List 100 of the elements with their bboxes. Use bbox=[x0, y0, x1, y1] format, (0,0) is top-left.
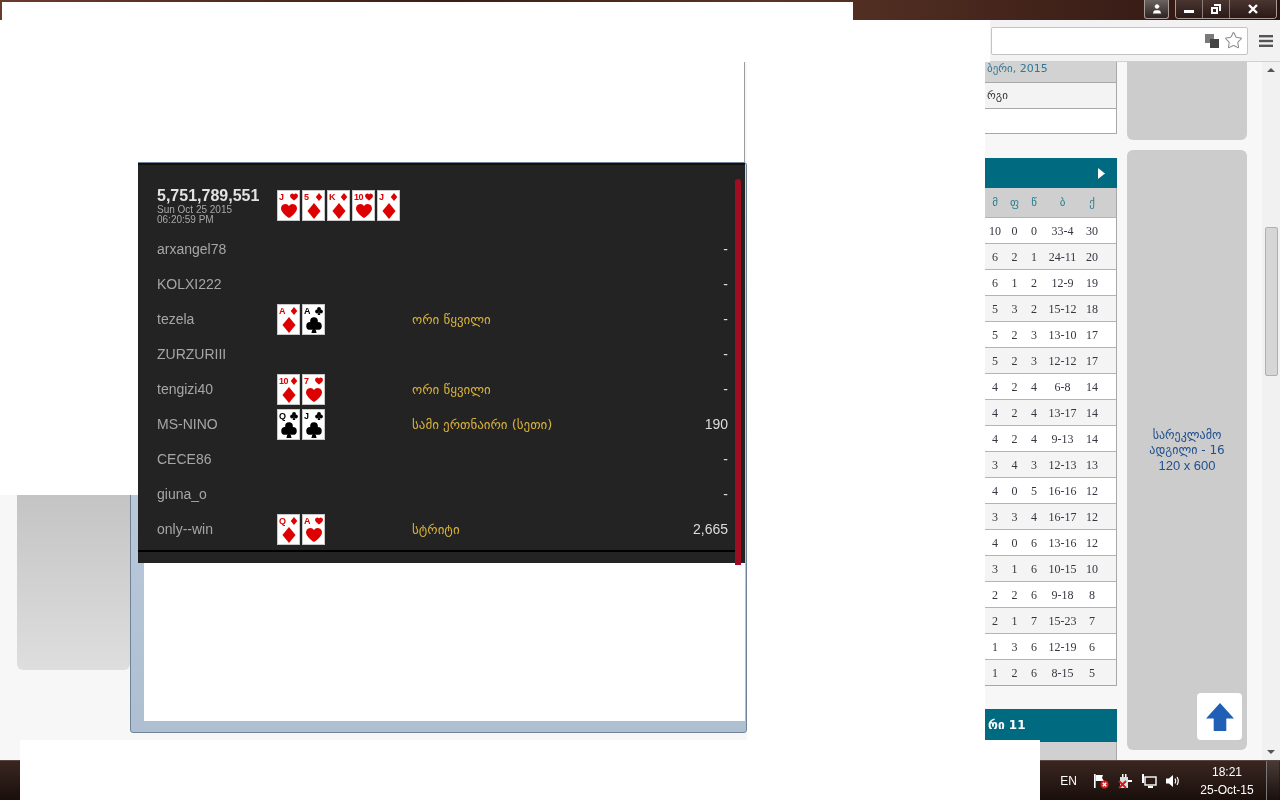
table-cell-text: 14 bbox=[1085, 378, 1099, 396]
card-rank: J bbox=[379, 192, 384, 202]
scroll-top-button[interactable] bbox=[1197, 693, 1242, 740]
card-rank: 10 bbox=[279, 376, 288, 386]
card-rank: J bbox=[304, 411, 309, 421]
table-cell-text: 6 bbox=[1030, 586, 1038, 604]
caret-right-icon[interactable] bbox=[1098, 167, 1105, 179]
clock[interactable]: 18:21 25-Oct-15 bbox=[1199, 762, 1255, 799]
monitor-icon[interactable] bbox=[1141, 772, 1157, 789]
card-rank: 10 bbox=[354, 192, 363, 202]
table-cell-text: 2 bbox=[1010, 352, 1019, 370]
table-cell-text: 15-23 bbox=[1047, 612, 1078, 630]
table-cell-text: 5 bbox=[1030, 482, 1038, 500]
table-cell-text: 12 bbox=[1085, 508, 1099, 526]
table-cell-text: 3 bbox=[1030, 456, 1038, 474]
table-cell-text: 1 bbox=[1010, 612, 1019, 630]
table-cell-text: 2 bbox=[1030, 274, 1038, 292]
card-rank: K bbox=[329, 192, 335, 202]
profile-button[interactable] bbox=[1144, 0, 1169, 19]
table-cell-text: 17 bbox=[1085, 326, 1099, 344]
table-cell-text: 33-4 bbox=[1050, 222, 1075, 240]
speaker-icon[interactable] bbox=[1165, 772, 1181, 789]
plug-icon[interactable] bbox=[1117, 772, 1133, 789]
card-rank: Q bbox=[279, 411, 286, 421]
table-cell-text: 2 bbox=[1010, 326, 1019, 344]
table-cell-text: 5 bbox=[1088, 664, 1096, 682]
column-header: წ bbox=[1030, 194, 1038, 211]
table-cell-text: 2 bbox=[1030, 300, 1038, 318]
table-cell-text: 7 bbox=[1030, 612, 1038, 630]
card-rank: A bbox=[304, 306, 310, 316]
scrollbar-thumb[interactable] bbox=[1264, 227, 1278, 376]
table-cell-text: 3 bbox=[1030, 352, 1038, 370]
player-winnings: - bbox=[723, 275, 728, 294]
player-name: only--win bbox=[157, 520, 214, 539]
hand-name: ორი წყვილი bbox=[412, 310, 491, 329]
caret-down-icon bbox=[1267, 750, 1275, 754]
card-rank: A bbox=[304, 516, 310, 526]
player-name: KOLXI222 bbox=[157, 275, 223, 294]
ad-size: 120 x 600 bbox=[1158, 457, 1216, 473]
table-cell-text: 10 bbox=[988, 222, 1002, 240]
player-name: giuna_o bbox=[157, 485, 208, 504]
hand-name: სტრიტი bbox=[412, 520, 460, 539]
table-cell-text: 5 bbox=[991, 352, 999, 370]
player-winnings: - bbox=[723, 240, 728, 259]
table-cell-text: 2 bbox=[1010, 248, 1019, 266]
table-cell-text: 4 bbox=[1030, 430, 1038, 448]
player-winnings: - bbox=[723, 310, 728, 329]
player-name: tengizi40 bbox=[157, 380, 215, 399]
table-cell-text: 10 bbox=[1085, 560, 1099, 578]
table-cell-text: 19 bbox=[1085, 274, 1099, 292]
table-cell-text: 24-11 bbox=[1047, 248, 1078, 266]
minimize-button[interactable] bbox=[1176, 0, 1203, 18]
table-cell-text: 5 bbox=[991, 326, 999, 344]
table-cell-text: 3 bbox=[1030, 326, 1038, 344]
show-desktop-button[interactable] bbox=[1266, 761, 1279, 800]
star-icon[interactable] bbox=[1224, 31, 1243, 50]
table-cell-text: 6 bbox=[991, 274, 999, 292]
table-cell-text: 17 bbox=[1085, 352, 1099, 370]
card-rank: 5 bbox=[304, 192, 309, 202]
restore-button[interactable] bbox=[1203, 0, 1230, 18]
table-cell-text: 12-19 bbox=[1047, 638, 1078, 656]
table-cell-text: 4 bbox=[1010, 456, 1019, 474]
menu-icon bbox=[1259, 34, 1273, 47]
table-cell-text: 6 bbox=[1088, 638, 1096, 656]
table-cell-text: 4 bbox=[991, 534, 999, 552]
table-cell-text: 4 bbox=[991, 404, 999, 422]
player-name: ZURZURIII bbox=[157, 345, 228, 364]
pot-amount: 5,751,789,551 bbox=[157, 187, 261, 205]
flag-icon[interactable] bbox=[1093, 772, 1109, 789]
restore-icon bbox=[1211, 4, 1221, 14]
table-cell-text: 2 bbox=[1010, 378, 1019, 396]
card-rank: 7 bbox=[304, 376, 309, 386]
table-cell-text: 16-17 bbox=[1047, 508, 1078, 526]
table-cell-text: 2 bbox=[1010, 586, 1019, 604]
table-cell-text: 14 bbox=[1085, 404, 1099, 422]
column-header: ფ bbox=[1008, 194, 1021, 211]
column-header: ბ bbox=[1058, 194, 1067, 211]
table-cell-text: რგი bbox=[986, 88, 1008, 103]
table-cell-text: 9-18 bbox=[1050, 586, 1075, 604]
table-cell-text: 6 bbox=[1030, 534, 1038, 552]
column-header: მ bbox=[991, 194, 999, 211]
table-cell-text: 13-16 bbox=[1047, 534, 1078, 552]
table-cell-text: 15-12 bbox=[1047, 300, 1078, 318]
table-cell-text: 1 bbox=[1010, 274, 1019, 292]
player-winnings: - bbox=[723, 345, 728, 364]
table-cell-text: 3 bbox=[1010, 508, 1019, 526]
table-cell-text: 12-13 bbox=[1047, 456, 1078, 474]
player-winnings: - bbox=[723, 485, 728, 504]
squares-icon[interactable] bbox=[1205, 33, 1219, 48]
address-field[interactable] bbox=[991, 26, 1248, 55]
table-cell-text: 1 bbox=[991, 664, 999, 682]
table-cell-text: 4 bbox=[991, 430, 999, 448]
table-cell-text: 12-9 bbox=[1050, 274, 1075, 292]
table-cell-text: 14 bbox=[1085, 430, 1099, 448]
close-button[interactable] bbox=[1230, 0, 1276, 18]
table-cell-text: 30 bbox=[1085, 222, 1099, 240]
table-cell-text: 4 bbox=[1030, 404, 1038, 422]
table-cell-text: 13-10 bbox=[1047, 326, 1078, 344]
table-cell-text: 3 bbox=[991, 508, 999, 526]
language-indicator[interactable]: EN bbox=[1060, 771, 1077, 790]
